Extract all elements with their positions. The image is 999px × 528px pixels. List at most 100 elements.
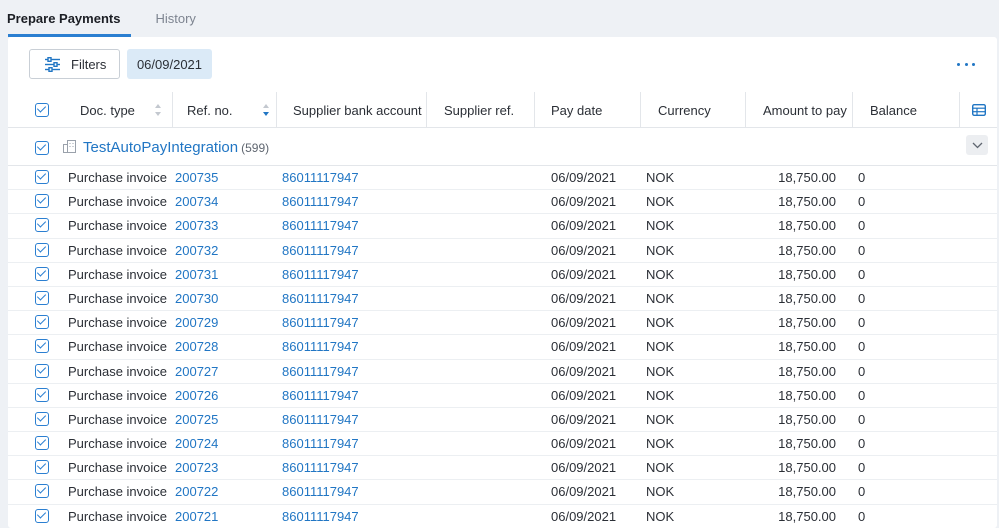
doc-type-cell: Purchase invoice xyxy=(68,290,167,306)
column-header-currency[interactable]: Currency xyxy=(641,92,746,128)
bank-account-link[interactable]: 86011117947 xyxy=(282,214,359,238)
table-row[interactable]: Purchase invoice 200725 86011117947 06/0… xyxy=(8,408,997,433)
date-filter-chip[interactable]: 06/09/2021 xyxy=(127,49,212,79)
amount-cell: 18,750.00 xyxy=(778,411,836,427)
bank-account-link[interactable]: 86011117947 xyxy=(282,360,359,384)
balance-cell: 0 xyxy=(858,218,866,234)
row-checkbox[interactable] xyxy=(35,363,49,378)
column-header-ref-no[interactable]: Ref. no. xyxy=(173,92,277,128)
amount-cell: 18,750.00 xyxy=(778,170,836,185)
row-checkbox[interactable] xyxy=(35,411,49,426)
ref-no-link[interactable]: 200735 xyxy=(175,166,218,190)
table-row[interactable]: Purchase invoice 200722 86011117947 06/0… xyxy=(8,480,997,505)
ref-no-link[interactable]: 200728 xyxy=(175,335,218,359)
filters-button[interactable]: Filters xyxy=(29,49,120,79)
bank-account-link[interactable]: 86011117947 xyxy=(282,190,359,214)
bank-account-link[interactable]: 86011117947 xyxy=(282,480,359,504)
ref-no-link[interactable]: 200726 xyxy=(175,384,218,408)
column-label: Doc. type xyxy=(80,102,135,118)
row-checkbox[interactable] xyxy=(35,460,49,475)
payments-panel: Filters 06/09/2021 Doc. type Ref. no. Su… xyxy=(8,37,997,528)
row-checkbox[interactable] xyxy=(35,508,49,523)
table-row[interactable]: Purchase invoice 200729 86011117947 06/0… xyxy=(8,311,997,336)
column-header-supplier-bank-account[interactable]: Supplier bank account xyxy=(277,92,427,128)
column-label: Supplier bank account xyxy=(293,102,422,118)
row-checkbox[interactable] xyxy=(35,387,49,402)
column-header-pay-date[interactable]: Pay date xyxy=(535,92,641,128)
bank-account-link[interactable]: 86011117947 xyxy=(282,166,359,190)
table-row[interactable]: Purchase invoice 200724 86011117947 06/0… xyxy=(8,432,997,457)
bank-account-link[interactable]: 86011117947 xyxy=(282,239,359,263)
doc-type-cell: Purchase invoice xyxy=(68,484,167,500)
column-header-amount-to-pay[interactable]: Amount to pay xyxy=(746,92,853,128)
tab-prepare-payments[interactable]: Prepare Payments xyxy=(0,0,132,37)
select-all-checkbox[interactable] xyxy=(35,103,49,117)
row-checkbox[interactable] xyxy=(35,315,49,330)
ref-no-link[interactable]: 200721 xyxy=(175,505,218,528)
row-checkbox[interactable] xyxy=(35,339,49,354)
bank-account-link[interactable]: 86011117947 xyxy=(282,408,359,432)
bank-account-link[interactable]: 86011117947 xyxy=(282,311,359,335)
column-header-balance[interactable]: Balance xyxy=(853,92,960,128)
ref-no-link[interactable]: 200732 xyxy=(175,239,218,263)
group-row[interactable]: TestAutoPayIntegration (599) xyxy=(8,129,997,166)
row-checkbox[interactable] xyxy=(35,436,49,451)
row-checkbox[interactable] xyxy=(35,266,49,281)
table-row[interactable]: Purchase invoice 200734 86011117947 06/0… xyxy=(8,190,997,215)
table-row[interactable]: Purchase invoice 200733 86011117947 06/0… xyxy=(8,214,997,239)
doc-type-cell: Purchase invoice xyxy=(68,387,167,403)
bank-account-link[interactable]: 86011117947 xyxy=(282,456,359,480)
balance-cell: 0 xyxy=(858,484,866,500)
row-checkbox[interactable] xyxy=(35,194,49,209)
tab-history[interactable]: History xyxy=(130,0,195,37)
column-header-doc-type[interactable]: Doc. type xyxy=(58,92,173,128)
table-row[interactable]: Purchase invoice 200726 86011117947 06/0… xyxy=(8,384,997,408)
bank-account-link[interactable]: 86011117947 xyxy=(282,287,359,311)
table-row[interactable]: Purchase invoice 200730 86011117947 06/0… xyxy=(8,287,997,312)
bank-account-link[interactable]: 86011117947 xyxy=(282,505,359,528)
chevron-down-icon[interactable] xyxy=(966,135,988,155)
ref-no-link[interactable]: 200729 xyxy=(175,311,218,335)
group-name[interactable]: TestAutoPayIntegration (599) xyxy=(83,129,269,166)
ref-no-link[interactable]: 200724 xyxy=(175,432,218,456)
group-select-checkbox[interactable] xyxy=(35,141,49,155)
table-row[interactable]: Purchase invoice 200732 86011117947 06/0… xyxy=(8,239,997,263)
table-row[interactable]: Purchase invoice 200727 86011117947 06/0… xyxy=(8,360,997,384)
bank-account-link[interactable]: 86011117947 xyxy=(282,335,359,359)
column-label: Ref. no. xyxy=(187,102,233,118)
bank-account-link[interactable]: 86011117947 xyxy=(282,384,359,408)
ref-no-link[interactable]: 200731 xyxy=(175,263,218,287)
currency-cell: NOK xyxy=(646,508,675,524)
currency-cell: NOK xyxy=(646,484,675,500)
column-chooser-button[interactable] xyxy=(960,92,997,128)
row-checkbox[interactable] xyxy=(35,290,49,305)
tab-bar: Prepare Payments History xyxy=(0,0,999,37)
table-row[interactable]: Purchase invoice 200721 86011117947 06/0… xyxy=(8,505,997,528)
doc-type-cell: Purchase invoice xyxy=(68,170,167,185)
more-horizontal-icon[interactable] xyxy=(957,57,975,71)
row-checkbox[interactable] xyxy=(35,484,49,499)
table-row[interactable]: Purchase invoice 200735 86011117947 06/0… xyxy=(8,166,997,191)
ref-no-link[interactable]: 200725 xyxy=(175,408,218,432)
table-row[interactable]: Purchase invoice 200731 86011117947 06/0… xyxy=(8,263,997,287)
ref-no-link[interactable]: 200733 xyxy=(175,214,218,238)
column-label: Balance xyxy=(870,102,917,118)
table-row[interactable]: Purchase invoice 200723 86011117947 06/0… xyxy=(8,456,997,481)
ref-no-link[interactable]: 200727 xyxy=(175,360,218,384)
ref-no-link[interactable]: 200722 xyxy=(175,480,218,504)
bank-account-link[interactable]: 86011117947 xyxy=(282,432,359,456)
currency-cell: NOK xyxy=(646,194,675,210)
bank-account-link[interactable]: 86011117947 xyxy=(282,263,359,287)
row-checkbox[interactable] xyxy=(35,170,49,184)
ref-no-link[interactable]: 200723 xyxy=(175,456,218,480)
amount-cell: 18,750.00 xyxy=(778,363,836,379)
ref-no-link[interactable]: 200734 xyxy=(175,190,218,214)
row-checkbox[interactable] xyxy=(35,242,49,257)
balance-cell: 0 xyxy=(858,363,866,379)
doc-type-cell: Purchase invoice xyxy=(68,363,167,379)
payment-rows: Purchase invoice 200735 86011117947 06/0… xyxy=(8,166,997,528)
row-checkbox[interactable] xyxy=(35,218,49,233)
column-header-supplier-ref[interactable]: Supplier ref. xyxy=(427,92,535,128)
ref-no-link[interactable]: 200730 xyxy=(175,287,218,311)
table-row[interactable]: Purchase invoice 200728 86011117947 06/0… xyxy=(8,335,997,360)
